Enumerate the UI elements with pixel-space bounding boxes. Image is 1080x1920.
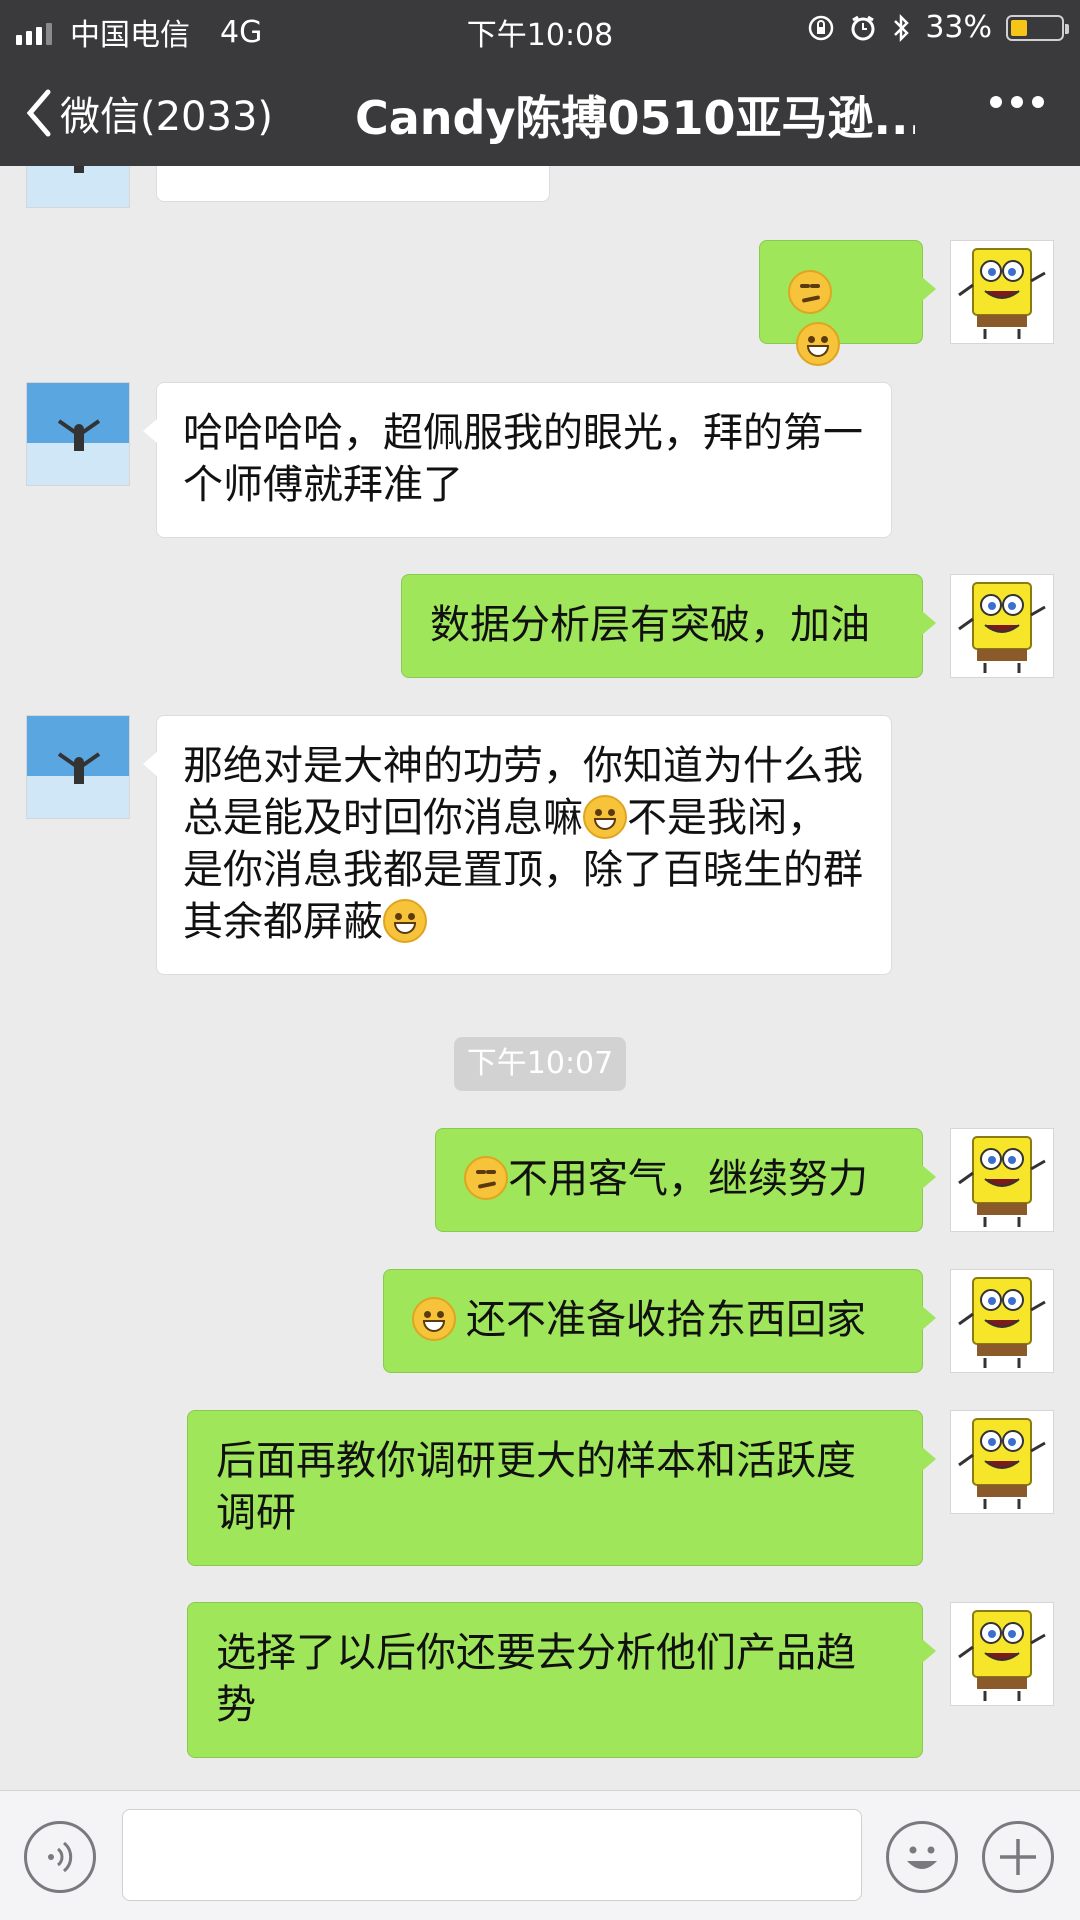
alarm-icon <box>851 15 875 40</box>
grin-emoji-icon <box>412 1297 456 1341</box>
message-text: 不用客气，继续努力 <box>508 1156 868 1202</box>
add-cross-icon <box>1000 1839 1036 1875</box>
chevron-left-icon <box>26 89 51 137</box>
my-avatar[interactable] <box>950 1410 1054 1514</box>
battery-percent: 33% <box>925 10 992 45</box>
bluetooth-icon <box>894 13 910 42</box>
emoji-icon[interactable] <box>886 1821 958 1893</box>
contact-avatar[interactable] <box>26 166 130 208</box>
message-input[interactable] <box>122 1809 862 1901</box>
my-avatar[interactable] <box>950 240 1054 344</box>
back-button[interactable]: 微信(2033) <box>24 84 273 142</box>
message-bubble-incoming[interactable]: 哈哈哈哈，超佩服我的眼光，拜的第一个师傅就拜准了 <box>143 382 892 538</box>
battery-fill <box>1011 19 1027 36</box>
message-bubble-incoming[interactable] <box>156 166 550 202</box>
smirk-emoji-icon <box>788 270 832 314</box>
contact-avatar[interactable] <box>26 715 130 819</box>
tears-of-joy-emoji-icon <box>383 899 427 943</box>
voice-waves-icon <box>48 1841 73 1873</box>
rotation-lock-icon <box>809 15 834 40</box>
message-bubble-outgoing[interactable]: 选择了以后你还要去分析他们产品趋势 <box>187 1602 936 1758</box>
my-avatar[interactable] <box>950 1602 1054 1706</box>
chat-area[interactable]: 哈哈哈哈，超佩服我的眼光，拜的第一个师傅就拜准了 数据分析层有突破，加油 那绝对… <box>0 166 1080 1790</box>
smiley-face-icon <box>907 1846 937 1869</box>
status-right: 33% <box>807 10 1069 45</box>
chat-title: Candy陈搏0510亚马逊... <box>355 91 915 145</box>
message-bubble-outgoing[interactable]: 后面再教你调研更大的样本和活跃度调研 <box>187 1410 936 1566</box>
my-avatar[interactable] <box>950 1269 1054 1373</box>
battery-icon <box>1006 14 1069 41</box>
my-avatar[interactable] <box>950 1128 1054 1232</box>
smirk-emoji-icon <box>464 1156 508 1200</box>
message-text: 哈哈哈哈，超佩服我的眼光，拜的第一个师傅就拜准了 <box>183 410 863 508</box>
input-bar <box>0 1790 1080 1920</box>
nav-bar: 微信(2033) Candy陈搏0510亚马逊... <box>0 56 1080 166</box>
message-bubble-outgoing[interactable]: 数据分析层有突破，加油 <box>401 574 936 678</box>
status-bar: 中国电信 4G 下午10:08 33% <box>0 0 1080 56</box>
message-text: 后面再教你调研更大的样本和活跃度调研 <box>216 1438 856 1536</box>
back-label: 微信(2033) <box>60 94 274 140</box>
voice-icon[interactable] <box>24 1821 96 1893</box>
message-text: 还不准备收拾东西回家 <box>466 1297 866 1343</box>
my-avatar[interactable] <box>950 574 1054 678</box>
message-bubble-incoming[interactable]: 那绝对是大神的功劳，你知道为什么我总是能及时回你消息嘛 不是我闲，是你消息我都是置… <box>143 715 892 975</box>
message-text: 数据分析层有突破，加油 <box>430 602 870 648</box>
message-timestamp: 下午10:07 <box>454 1037 626 1091</box>
message-text: 选择了以后你还要去分析他们产品趋势 <box>216 1630 856 1728</box>
plus-icon[interactable] <box>982 1821 1054 1893</box>
grin-emoji-icon <box>796 322 840 366</box>
message-bubble-outgoing[interactable] <box>759 240 936 366</box>
more-dots-icon[interactable] <box>990 96 1044 108</box>
message-bubble-outgoing[interactable]: 不用客气，继续努力 <box>435 1128 936 1232</box>
message-bubble-outgoing[interactable]: 还不准备收拾东西回家 <box>383 1269 936 1373</box>
crying-laugh-emoji-icon <box>583 795 627 839</box>
contact-avatar[interactable] <box>26 382 130 486</box>
